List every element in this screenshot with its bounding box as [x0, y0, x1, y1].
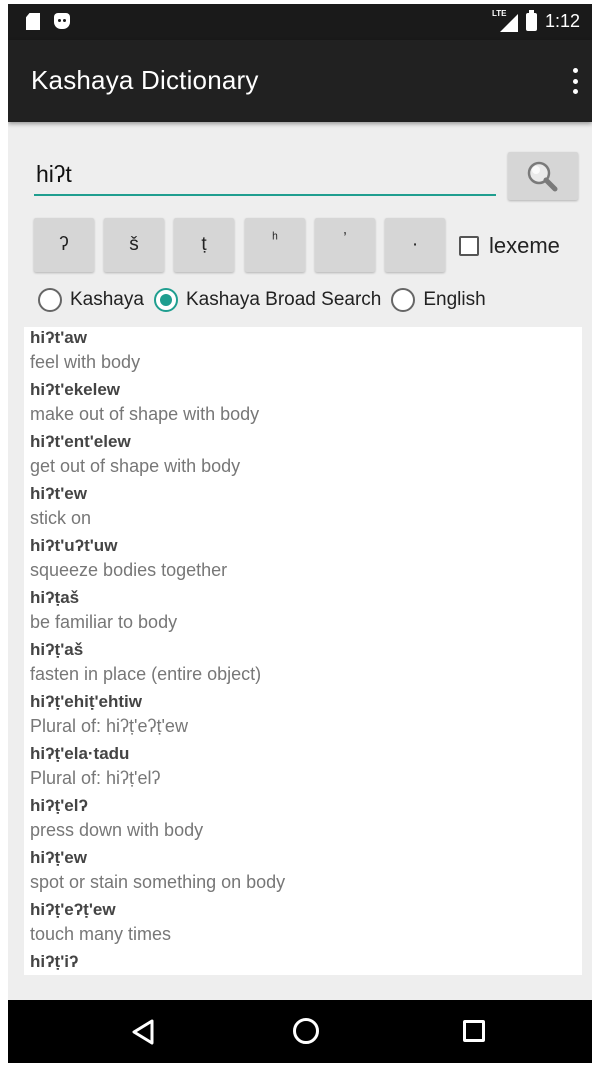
entry-word: hiʔṭ'aš [30, 640, 84, 659]
radio-kashaya[interactable]: Kashaya [38, 288, 144, 312]
navigation-bar [8, 1000, 592, 1063]
entry-word: hiʔt'uʔt'uw [30, 536, 118, 555]
battery-icon [525, 9, 537, 31]
entry-word: hiʔṭ'iʔ [30, 952, 79, 971]
entry-word: hiʔṭaš [30, 588, 80, 607]
list-item[interactable]: hiʔṭ'elʔ press down with body [24, 795, 582, 847]
lexeme-label: lexeme [489, 233, 560, 258]
entry-definition: Plural of: hiʔṭ'elʔ [30, 768, 161, 788]
entry-definition: feel with body [30, 352, 141, 372]
entry-definition: get out of shape with body [30, 456, 241, 476]
entry-definition: make out of shape with body [30, 404, 260, 424]
lexeme-checkbox[interactable]: lexeme [459, 233, 560, 259]
entry-word: hiʔt'ew [30, 484, 87, 503]
search-input[interactable] [34, 158, 496, 196]
list-item[interactable]: hiʔṭ'ehiṭ'ehtiw Plural of: hiʔṭ'eʔṭ'ew [24, 691, 582, 743]
key-glottal-stop[interactable]: ʔ [34, 218, 94, 272]
radio-button-selected[interactable] [153, 288, 178, 312]
entry-definition [30, 973, 582, 975]
home-icon[interactable] [293, 1018, 319, 1044]
entry-word: hiʔt'ent'elew [30, 432, 131, 451]
app-title: Kashaya Dictionary [31, 65, 259, 95]
recents-icon[interactable] [463, 1020, 485, 1042]
entry-word: hiʔṭ'eʔṭ'ew [30, 900, 116, 919]
checkbox-box[interactable] [459, 236, 479, 256]
list-item[interactable]: hiʔt'ew stick on [24, 483, 582, 535]
list-item[interactable]: hiʔṭ'ela·tadu Plural of: hiʔṭ'elʔ [24, 743, 582, 795]
list-item[interactable]: hiʔṭ'aš fasten in place (entire object) [24, 639, 582, 691]
radio-button[interactable] [391, 288, 416, 312]
entry-definition: squeeze bodies together [30, 560, 228, 580]
sd-card-icon [26, 13, 40, 30]
entry-definition: Plural of: hiʔṭ'eʔṭ'ew [30, 716, 188, 736]
search-mode-group: Kashaya Kashaya Broad Search English [38, 288, 486, 312]
lte-signal-icon: LTE [492, 9, 518, 32]
list-item[interactable]: hiʔt'aw feel with body [24, 327, 582, 379]
list-item[interactable]: hiʔṭ'eʔṭ'ew touch many times [24, 899, 582, 951]
overflow-menu-icon[interactable] [570, 68, 580, 94]
app-frame: LTE 1:12 Kashaya Dictionary ʔ š ṭ ʰ ʼ · … [8, 4, 592, 1063]
status-time: 1:12 [544, 11, 580, 31]
entry-definition: stick on [30, 508, 92, 528]
radio-english[interactable]: English [391, 288, 486, 312]
entry-definition: press down with body [30, 820, 204, 840]
search-button[interactable] [508, 152, 578, 200]
key-aspiration[interactable]: ʰ [245, 218, 305, 272]
key-ejective[interactable]: ʼ [315, 218, 375, 272]
key-t-dot[interactable]: ṭ [174, 218, 234, 272]
list-item[interactable]: hiʔt'ent'elew get out of shape with body [24, 431, 582, 483]
key-s-caron[interactable]: š [104, 218, 164, 272]
list-item[interactable]: hiʔṭ'ew spot or stain something on body [24, 847, 582, 899]
entry-word: hiʔṭ'ehiṭ'ehtiw [30, 692, 142, 711]
magnifier-icon [527, 161, 558, 192]
entry-word: hiʔṭ'ela·tadu [30, 744, 130, 763]
results-list[interactable]: hiʔt'aw feel with body hiʔt'ekelew make ou… [24, 327, 582, 975]
entry-definition: spot or stain something on body [30, 872, 286, 892]
android-notification-icon [54, 13, 70, 29]
radio-kashaya-broad-search[interactable]: Kashaya Broad Search [153, 288, 381, 312]
list-item[interactable]: hiʔṭaš be familiar to body [24, 587, 582, 639]
entry-word: hiʔt'aw [30, 328, 87, 347]
entry-definition: touch many times [30, 924, 172, 944]
app-bar: Kashaya Dictionary [8, 40, 592, 122]
list-item[interactable]: hiʔt'uʔt'uw squeeze bodies together [24, 535, 582, 587]
entry-word: hiʔṭ'ew [30, 848, 87, 867]
back-icon[interactable] [130, 1018, 156, 1046]
key-length-dot[interactable]: · [385, 218, 445, 272]
entry-definition: be familiar to body [30, 612, 178, 632]
entry-word: hiʔṭ'elʔ [30, 796, 88, 815]
list-item[interactable]: hiʔṭ'iʔ [24, 951, 582, 975]
radio-button[interactable] [38, 288, 62, 312]
entry-word: hiʔt'ekelew [30, 380, 121, 399]
list-item[interactable]: hiʔt'ekelew make out of shape with body [24, 379, 582, 431]
entry-definition: fasten in place (entire object) [30, 664, 262, 684]
status-bar: LTE 1:12 [8, 4, 592, 40]
